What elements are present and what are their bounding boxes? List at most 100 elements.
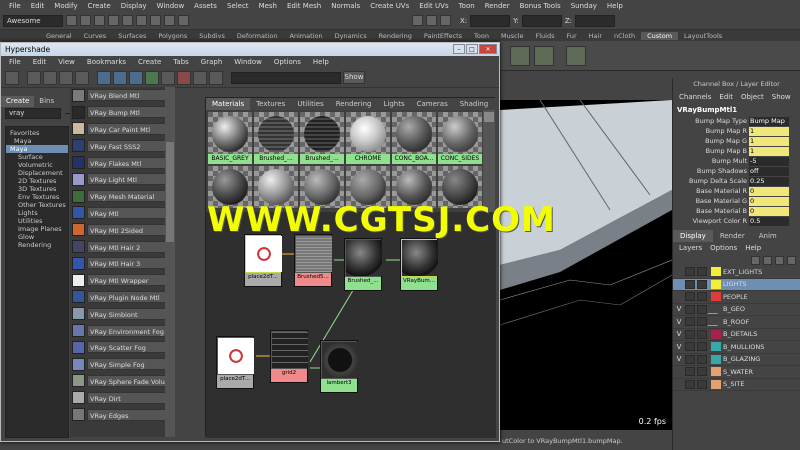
menu-help[interactable]: Help [602, 2, 628, 10]
layer-color-swatch[interactable] [711, 379, 721, 389]
rearrange-icon[interactable] [177, 70, 191, 85]
channel-menu-channels[interactable]: Channels [679, 93, 711, 101]
attribute-name[interactable]: Bump Map Type [673, 117, 749, 125]
attribute-name[interactable]: Bump Map G [673, 137, 749, 145]
snap-point-icon[interactable] [178, 15, 189, 26]
layer-row[interactable]: LIGHTS [673, 278, 800, 291]
tab-rendering[interactable]: Rendering [330, 98, 378, 110]
graph-input-icon[interactable] [113, 70, 127, 85]
shelf-tab-curves[interactable]: Curves [78, 32, 113, 40]
attribute-name[interactable]: Viewport Color R [673, 217, 749, 225]
attribute-value[interactable]: 0.25 [749, 176, 789, 186]
menu-normals[interactable]: Normals [326, 2, 365, 10]
channel-menu-edit[interactable]: Edit [719, 93, 733, 101]
shelf-tab-surfaces[interactable]: Surfaces [112, 32, 152, 40]
layer-menu-layers[interactable]: Layers [679, 244, 702, 252]
layer-display-type[interactable] [697, 304, 707, 314]
shelf-tool-icon[interactable] [534, 46, 554, 66]
node-list-item[interactable]: VRay Edges [70, 406, 175, 423]
tree-item[interactable]: Image Planes [6, 225, 68, 233]
layer-playback-toggle[interactable] [685, 354, 695, 364]
menu-display[interactable]: Display [116, 2, 152, 10]
layer-color-swatch[interactable] [711, 342, 721, 352]
save-scene-icon[interactable] [94, 15, 105, 26]
attribute-value[interactable]: Bump Map [749, 116, 789, 126]
attribute-name[interactable]: Bump Shadows [673, 167, 749, 175]
z-field[interactable] [575, 14, 616, 27]
graph-io-icon[interactable] [145, 70, 159, 85]
layer-visibility-toggle[interactable]: V [673, 355, 685, 363]
layer-color-swatch[interactable] [711, 354, 721, 364]
graph-node[interactable]: grid2 [270, 330, 308, 383]
node-list-item[interactable]: VRay Car Paint Mtl [70, 121, 175, 138]
layer-row[interactable]: S_SITE [673, 379, 800, 391]
render-settings-icon[interactable] [440, 15, 451, 26]
close-button[interactable]: ✕ [479, 44, 497, 54]
graph-output-icon[interactable] [129, 70, 143, 85]
layer-display-type[interactable] [697, 329, 707, 339]
graph-node[interactable]: lambert3 [320, 340, 358, 393]
layer-row[interactable]: V B_MULLIONS [673, 341, 800, 354]
layer-row[interactable]: V B_DETAILS [673, 329, 800, 341]
graph-materials-icon[interactable] [97, 70, 111, 85]
clear-graph-icon[interactable] [161, 70, 175, 85]
node-list-item[interactable]: VRay Environment Fog [70, 322, 175, 339]
layer-playback-toggle[interactable] [685, 279, 695, 289]
shelf-tab-fluids[interactable]: Fluids [529, 32, 560, 40]
new-layer-icon[interactable] [751, 255, 760, 265]
layer-row[interactable]: V B_GEO [673, 304, 800, 316]
hs-menu-file[interactable]: File [3, 58, 27, 66]
layer-playback-toggle[interactable] [685, 342, 695, 352]
layer-color-swatch[interactable] [711, 292, 721, 302]
material-swatch[interactable]: CONC_BOA... [392, 112, 436, 164]
shelf-tab-animation[interactable]: Animation [283, 32, 328, 40]
tab-lights[interactable]: Lights [377, 98, 410, 110]
layer-menu-options[interactable]: Options [710, 244, 737, 252]
layer-display-type[interactable] [697, 267, 707, 277]
graph-node[interactable]: VRayBum... [400, 238, 438, 291]
menu-select[interactable]: Select [222, 2, 254, 10]
menu-render[interactable]: Render [480, 2, 515, 10]
material-swatch[interactable]: Brushed_... [254, 112, 298, 164]
layer-color-swatch[interactable] [711, 267, 721, 277]
menu-assets[interactable]: Assets [189, 2, 222, 10]
node-list-item[interactable]: VRay Simbiont [70, 305, 175, 322]
attribute-value[interactable]: 0 [749, 206, 789, 216]
tree-item[interactable]: Maya [6, 137, 68, 145]
maximize-button[interactable]: □ [466, 44, 478, 54]
toggle-create-bar-icon[interactable] [5, 70, 19, 85]
layer-row[interactable]: V B_ROOF [673, 316, 800, 329]
tab-materials[interactable]: Materials [206, 98, 251, 110]
layer-display-type[interactable] [697, 292, 707, 302]
shelf-tab-deformation[interactable]: Deformation [231, 32, 284, 40]
tree-item[interactable]: 2D Textures [6, 177, 68, 185]
snap-grid-icon[interactable] [150, 15, 161, 26]
tree-item[interactable]: Volumetric [6, 161, 68, 169]
menu-edit-uvs[interactable]: Edit UVs [414, 2, 453, 10]
tree-item[interactable]: 3D Textures [6, 185, 68, 193]
node-list-item[interactable]: VRay Mtl 2Sided [70, 221, 175, 238]
menu-edit[interactable]: Edit [26, 2, 50, 10]
tree-item[interactable]: Lights [6, 209, 68, 217]
shelf-tab-subdivs[interactable]: Subdivs [193, 32, 231, 40]
snap-curve-icon[interactable] [164, 15, 175, 26]
minimize-button[interactable]: – [453, 44, 465, 54]
graph-node[interactable]: Brushed_... [344, 238, 382, 291]
hs-menu-view[interactable]: View [52, 58, 81, 66]
menu-create[interactable]: Create [82, 2, 115, 10]
hs-menu-create[interactable]: Create [132, 58, 167, 66]
shelf-tab-muscle[interactable]: Muscle [495, 32, 530, 40]
menu-modify[interactable]: Modify [49, 2, 82, 10]
attribute-name[interactable]: Base Material R [673, 187, 749, 195]
open-scene-icon[interactable] [80, 15, 91, 26]
tab-utilities[interactable]: Utilities [291, 98, 329, 110]
shelf-tab-rendering[interactable]: Rendering [373, 32, 418, 40]
layer-playback-toggle[interactable] [685, 329, 695, 339]
hs-menu-bookmarks[interactable]: Bookmarks [81, 58, 132, 66]
tree-item[interactable]: Maya [6, 145, 68, 153]
layer-color-swatch[interactable] [711, 279, 721, 289]
graph-node[interactable]: place2dT... [216, 336, 254, 389]
material-swatch[interactable]: CONC_SIDES [438, 112, 482, 164]
attribute-value[interactable]: 0 [749, 186, 789, 196]
node-list-item[interactable]: VRay Plugin Node Mtl [70, 289, 175, 306]
